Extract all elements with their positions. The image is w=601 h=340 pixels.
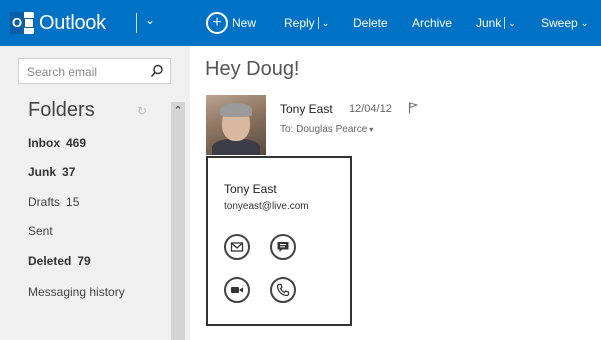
search-box[interactable]: Search email: [18, 58, 171, 84]
scrollbar[interactable]: [171, 102, 185, 340]
flag-icon[interactable]: [408, 102, 418, 114]
sweep-label: Sweep: [541, 16, 578, 30]
sweep-chevron-icon: ⌄: [580, 17, 589, 28]
search-icon[interactable]: [150, 64, 164, 78]
chat-icon: [277, 242, 289, 252]
refresh-icon[interactable]: ↻: [137, 104, 147, 118]
send-message-button[interactable]: [270, 234, 296, 260]
phone-call-button[interactable]: [270, 277, 296, 303]
folder-count: 469: [66, 136, 87, 150]
folder-sent[interactable]: Sent: [28, 224, 53, 238]
sender-name[interactable]: Tony East: [280, 102, 333, 116]
app-name: Outlook: [39, 11, 106, 34]
folder-count: 79: [77, 254, 91, 268]
message-date: 12/04/12: [349, 103, 392, 115]
junk-button[interactable]: Junk ⌄: [476, 0, 516, 46]
outlook-logo-icon: O: [10, 12, 34, 34]
delete-button[interactable]: Delete: [353, 0, 388, 46]
archive-button[interactable]: Archive: [412, 0, 452, 46]
top-bar: O Outlook ⌄ + New Reply ⌄ Delete Archive…: [0, 0, 601, 46]
outlook-logo[interactable]: O Outlook: [10, 10, 106, 36]
caret-down-icon: ▾: [369, 125, 374, 134]
search-input[interactable]: Search email: [27, 65, 97, 79]
phone-icon: [276, 283, 290, 297]
folder-inbox[interactable]: Inbox 469: [28, 136, 86, 150]
folder-junk[interactable]: Junk 37: [28, 165, 75, 179]
reply-label: Reply: [284, 16, 315, 30]
recipient-line[interactable]: To: Douglas Pearce ▾: [280, 124, 373, 135]
message-subject: Hey Doug!: [205, 58, 300, 80]
sweep-button[interactable]: Sweep ⌄: [541, 0, 588, 46]
folders-heading: Folders: [28, 99, 95, 121]
plus-icon: +: [206, 12, 228, 34]
folder-count: 15: [66, 195, 80, 209]
send-email-button[interactable]: [224, 234, 250, 260]
delete-label: Delete: [353, 16, 388, 30]
contact-name: Tony East: [224, 182, 277, 196]
sender-avatar[interactable]: [206, 95, 266, 155]
junk-chevron-icon[interactable]: ⌄: [508, 18, 516, 29]
new-button[interactable]: + New: [206, 0, 256, 46]
reply-chevron-icon[interactable]: ⌄: [322, 18, 330, 29]
reply-button[interactable]: Reply ⌄: [284, 0, 329, 46]
app-menu-chevron-icon[interactable]: ⌄: [145, 13, 155, 27]
folder-deleted[interactable]: Deleted 79: [28, 254, 91, 268]
contact-card: Tony East tonyeast@live.com: [206, 156, 352, 326]
divider: [136, 13, 137, 33]
new-label: New: [232, 16, 257, 30]
email-icon: [230, 242, 244, 252]
contact-email[interactable]: tonyeast@live.com: [224, 201, 309, 212]
folder-messaging-history[interactable]: Messaging history: [28, 285, 125, 299]
scroll-up-icon[interactable]: ⌃: [171, 104, 185, 118]
junk-label: Junk: [476, 16, 502, 30]
video-icon: [231, 287, 243, 293]
sidebar: Search email Folders ↻ ⌃ Inbox 469 Junk 37…: [0, 46, 190, 340]
archive-label: Archive: [412, 16, 453, 30]
video-call-button[interactable]: [224, 277, 250, 303]
folder-count: 37: [62, 165, 76, 179]
folder-drafts[interactable]: Drafts 15: [28, 195, 79, 209]
